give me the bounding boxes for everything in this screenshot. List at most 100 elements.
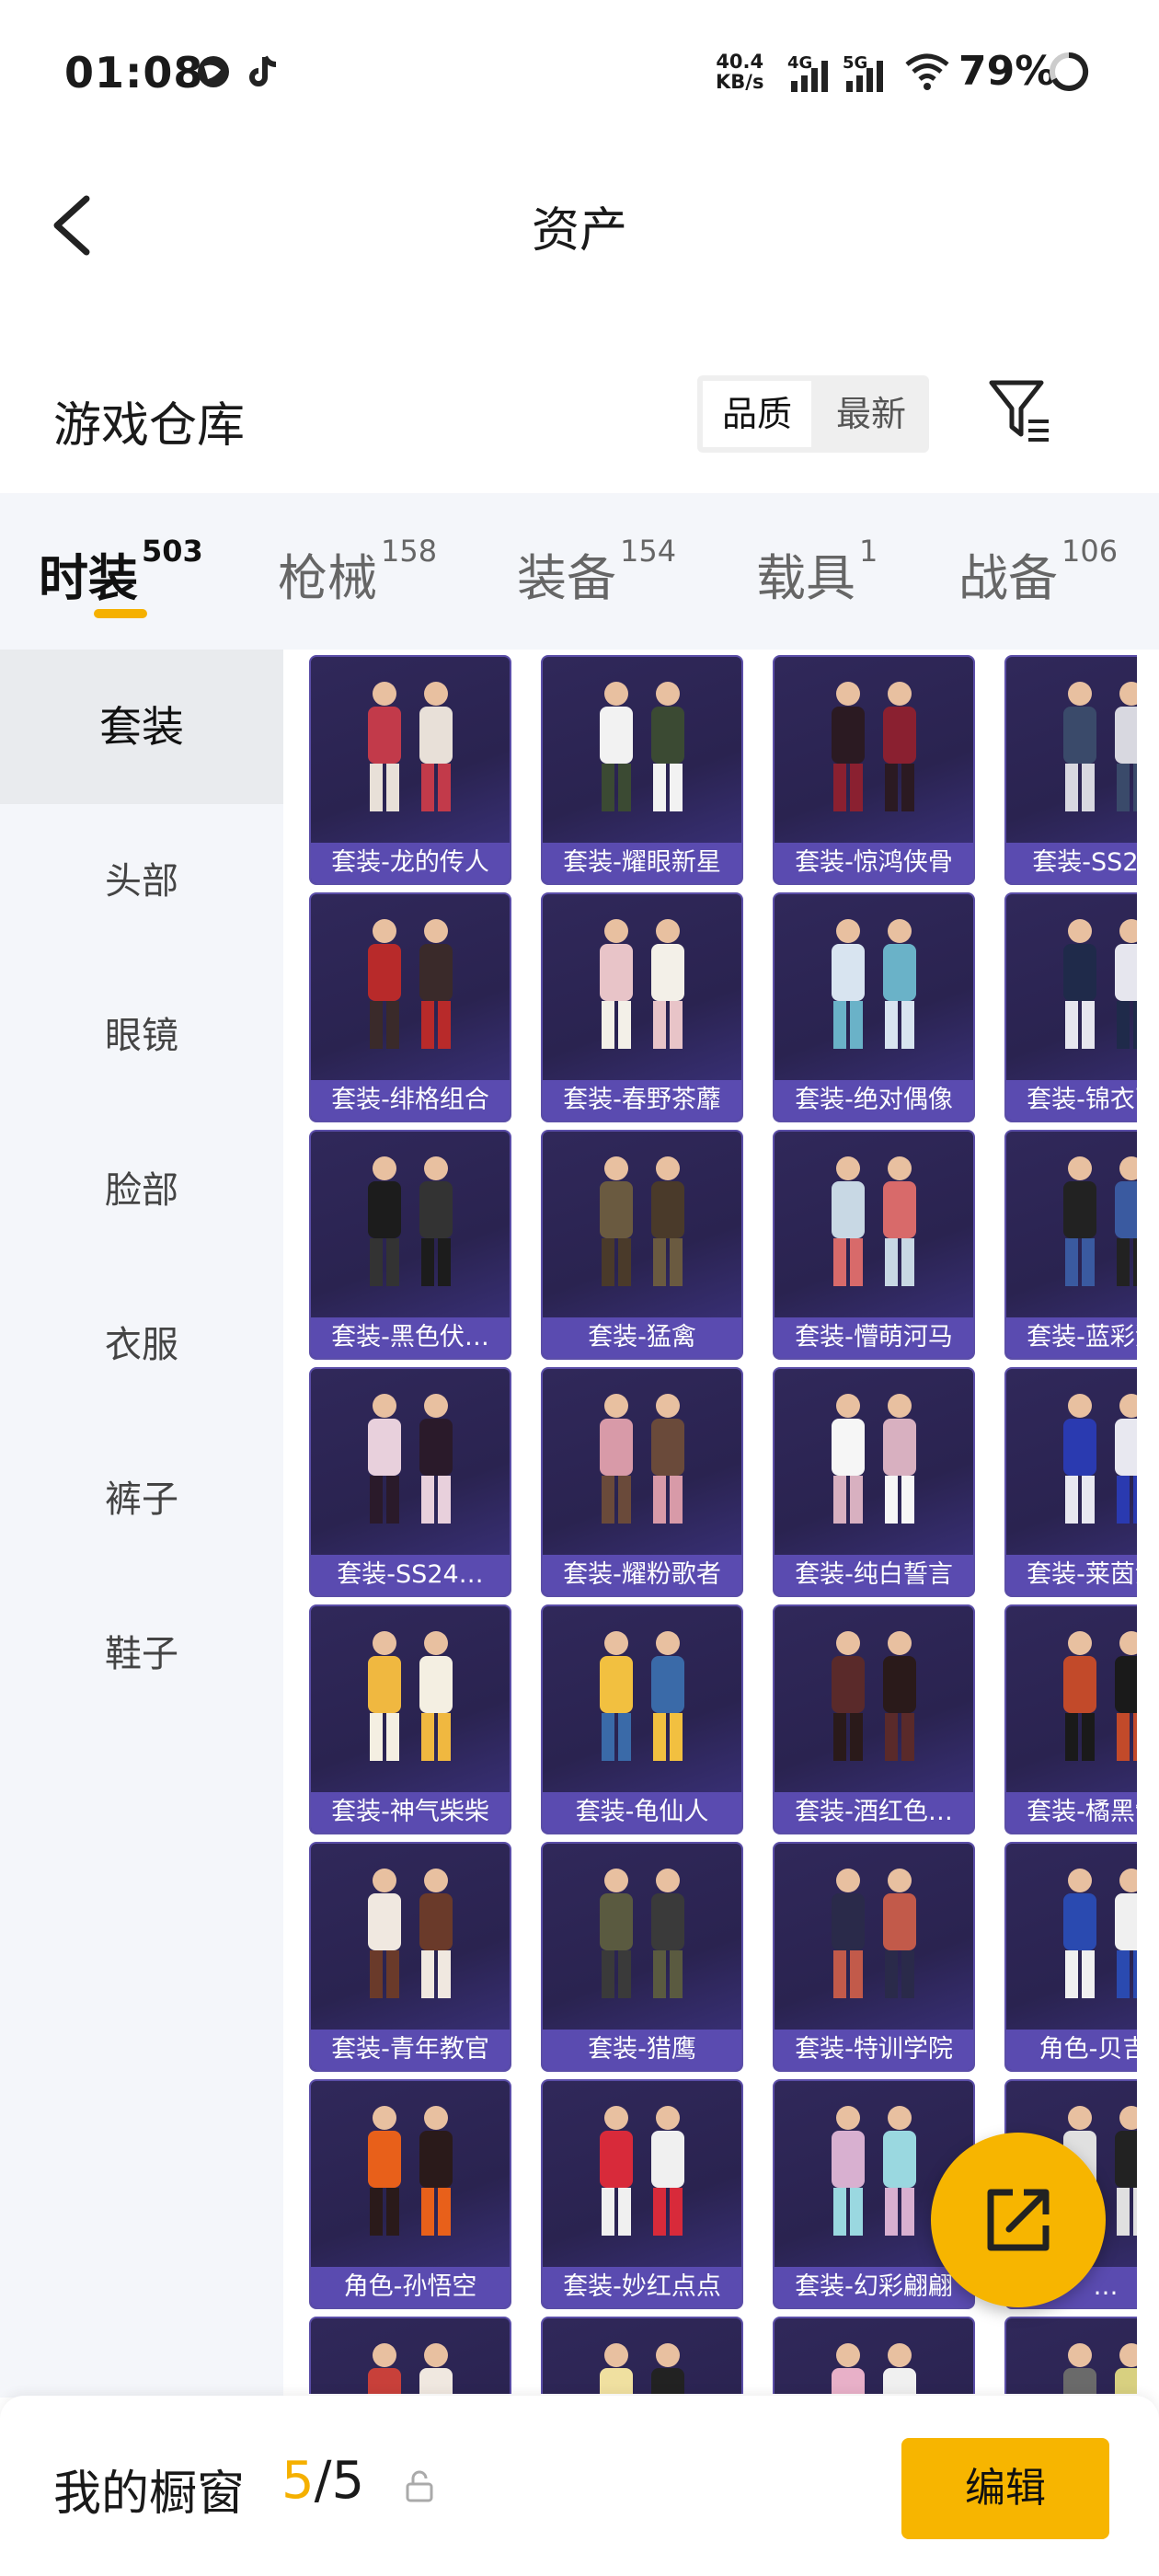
outfit-thumbnail [1063, 1869, 1137, 1998]
share-icon [987, 2189, 1050, 2251]
item-card[interactable]: 套装-龙的传人 [309, 655, 511, 885]
item-card[interactable]: 套装-懵萌河马 [773, 1130, 975, 1360]
item-card[interactable]: 套装-猎鹰 [541, 1842, 743, 2072]
item-label: 套装-蓝彩潮人 [1006, 1317, 1137, 1358]
signal-5g-icon [846, 61, 883, 92]
item-card[interactable]: 套装-绯格组合 [309, 892, 511, 1122]
active-tab-indicator [94, 609, 147, 618]
outfit-thumbnail [832, 919, 916, 1049]
lock-icon [406, 2470, 433, 2502]
sidebar-item-glasses[interactable]: 眼镜 [0, 959, 283, 1113]
item-card[interactable]: 套装-绝对偶像 [773, 892, 975, 1122]
filter-icon[interactable] [988, 377, 1052, 445]
browser-icon [198, 56, 229, 87]
item-label: 套装-猛禽 [543, 1317, 741, 1358]
outfit-thumbnail [832, 1156, 916, 1286]
signal-4g-icon [791, 61, 828, 92]
sidebar-item-face[interactable]: 脸部 [0, 1113, 283, 1268]
outfit-thumbnail [368, 1869, 453, 1998]
sidebar-item-pants[interactable]: 裤子 [0, 1422, 283, 1577]
item-label: 套装-耀粉歌者 [543, 1555, 741, 1595]
item-card[interactable]: 套装-黑色伏… [309, 1130, 511, 1360]
tab-supplies[interactable]: 战备 106 [958, 534, 1118, 610]
outfit-thumbnail [600, 1394, 684, 1524]
outfit-thumbnail [1063, 919, 1137, 1049]
outfit-thumbnail [368, 2343, 453, 2394]
item-label: 套装-妙红点点 [543, 2267, 741, 2307]
sort-latest-button[interactable]: 最新 [817, 381, 925, 447]
item-card[interactable]: 套装-春野茶蘼 [541, 892, 743, 1122]
outfit-thumbnail [368, 1156, 453, 1286]
tiktok-icon [249, 55, 277, 86]
item-label: 套装-锦衣飞扬 [1006, 1080, 1137, 1121]
item-label: 角色-贝吉塔 [1006, 2030, 1137, 2070]
item-card[interactable]: 套装-妙红点点 [541, 2079, 743, 2309]
item-card[interactable]: 套装-特训学院 [773, 1842, 975, 2072]
item-label: 套装-幻彩翩翩 [775, 2267, 973, 2307]
tab-guns[interactable]: 枪械 158 [278, 534, 437, 610]
outfit-thumbnail [600, 1156, 684, 1286]
sidebar-item-head[interactable]: 头部 [0, 804, 283, 959]
sidebar-item-outfit[interactable]: 套装 [0, 650, 283, 804]
item-card[interactable] [773, 2317, 975, 2394]
outfit-thumbnail [832, 1869, 916, 1998]
item-label: 套装-绯格组合 [311, 1080, 510, 1121]
item-card[interactable]: 套装-橘黑制服 [1004, 1604, 1137, 1834]
outfit-thumbnail [600, 919, 684, 1049]
item-label: 套装-黑色伏… [311, 1317, 510, 1358]
item-card[interactable] [1004, 2317, 1137, 2394]
battery-percent: 79% [958, 48, 1056, 95]
item-card[interactable]: 套装-酒红色… [773, 1604, 975, 1834]
item-card[interactable] [309, 2317, 511, 2394]
tab-fashion[interactable]: 时装 503 [39, 534, 203, 610]
item-card[interactable]: 套装-猛禽 [541, 1130, 743, 1360]
item-label: 套装-SS24… [311, 1555, 510, 1595]
item-card[interactable]: 套装-神气柴柴 [309, 1604, 511, 1834]
item-card[interactable]: 套装-纯白誓言 [773, 1367, 975, 1597]
item-label: 套装-神气柴柴 [311, 1792, 510, 1833]
outfit-thumbnail [1063, 2343, 1137, 2394]
item-label: 套装-龟仙人 [543, 1792, 741, 1833]
item-card[interactable]: 角色-贝吉塔 [1004, 1842, 1137, 2072]
item-card[interactable]: 套装-蓝彩潮人 [1004, 1130, 1137, 1360]
warehouse-title: 游戏仓库 [53, 398, 246, 454]
category-tabs: 时装 503 枪械 158 装备 154 载具 1 战备 106 [0, 493, 1159, 650]
item-label: 套装-耀眼新星 [543, 843, 741, 883]
item-card[interactable]: 套装-青年教官 [309, 1842, 511, 2072]
outfit-thumbnail [1063, 682, 1137, 811]
sidebar-item-shoes[interactable]: 鞋子 [0, 1577, 283, 1731]
outfit-thumbnail [1063, 1394, 1137, 1524]
item-label: 套装-绝对偶像 [775, 1080, 973, 1121]
sub-category-sidebar: 套装 头部 眼镜 脸部 衣服 裤子 鞋子 [0, 650, 283, 2398]
outfit-thumbnail [600, 1869, 684, 1998]
item-card[interactable]: 套装-莱茵河畔 [1004, 1367, 1137, 1597]
item-card[interactable]: 套装-耀粉歌者 [541, 1367, 743, 1597]
outfit-thumbnail [832, 2343, 916, 2394]
item-label: 套装-莱茵河畔 [1006, 1555, 1137, 1595]
item-card[interactable]: 套装-SS24… [309, 1367, 511, 1597]
share-fab[interactable] [931, 2133, 1106, 2307]
item-card[interactable] [541, 2317, 743, 2394]
item-card[interactable]: 套装-惊鸿侠骨 [773, 655, 975, 885]
item-label: 套装-特训学院 [775, 2030, 973, 2070]
outfit-thumbnail [600, 2343, 684, 2394]
item-label: 套装-春野茶蘼 [543, 1080, 741, 1121]
outfit-thumbnail [1063, 1156, 1137, 1286]
edit-button[interactable]: 编辑 [901, 2438, 1109, 2539]
item-card[interactable]: 套装-SS25… [1004, 655, 1137, 885]
item-label: 套装-橘黑制服 [1006, 1792, 1137, 1833]
outfit-thumbnail [368, 682, 453, 811]
item-label: 套装-纯白誓言 [775, 1555, 973, 1595]
item-card[interactable]: 套装-耀眼新星 [541, 655, 743, 885]
tab-vehicles[interactable]: 载具 1 [756, 534, 878, 610]
item-card[interactable]: 套装-锦衣飞扬 [1004, 892, 1137, 1122]
outfit-thumbnail [832, 1394, 916, 1524]
sort-quality-button[interactable]: 品质 [703, 381, 811, 447]
item-card[interactable]: 角色-孙悟空 [309, 2079, 511, 2309]
tab-equipment[interactable]: 装备 154 [517, 534, 676, 610]
item-label: 套装-SS25… [1006, 843, 1137, 883]
sidebar-item-clothes[interactable]: 衣服 [0, 1268, 283, 1422]
item-card[interactable]: 套装-龟仙人 [541, 1604, 743, 1834]
battery-icon [1050, 52, 1089, 91]
item-label: 套装-青年教官 [311, 2030, 510, 2070]
